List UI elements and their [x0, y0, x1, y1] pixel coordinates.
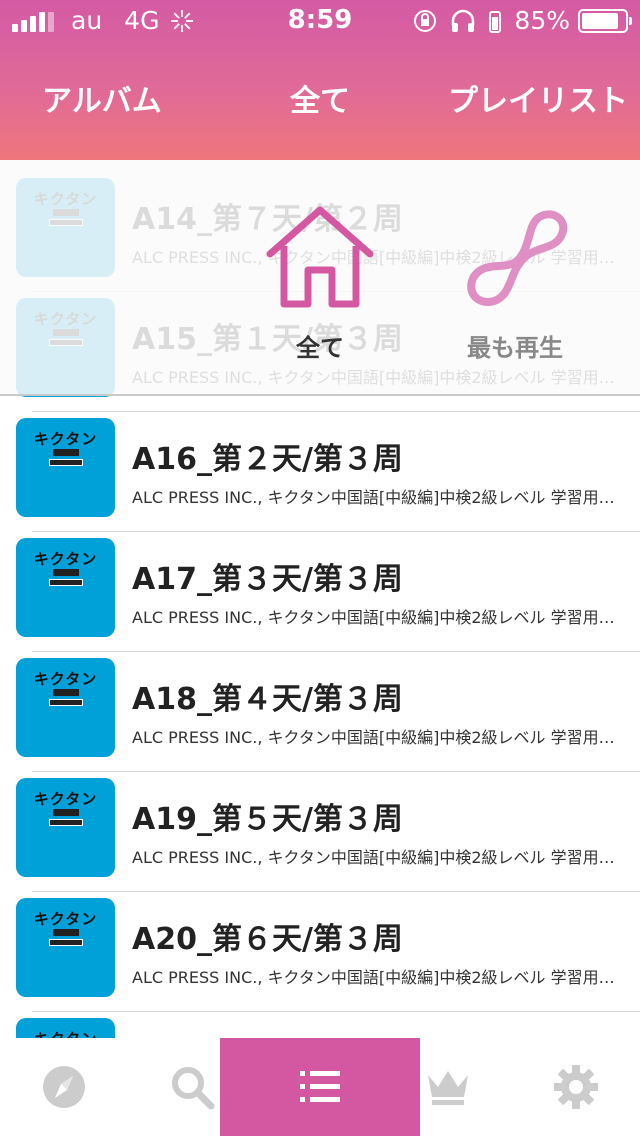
- track-subtitle: ALC PRESS INC., キクタン中国語[中級編]中検2級レベル 学習用…: [132, 968, 615, 987]
- album-artwork: キクタン: [16, 658, 115, 757]
- album-artwork: キクタン: [16, 538, 115, 637]
- artwork-title: キクタン: [33, 790, 98, 808]
- compass-icon: [43, 1066, 85, 1108]
- track-subtitle: ALC PRESS INC., キクタン中国語[中級編]中検2級レベル 学習用…: [132, 728, 615, 747]
- header: au 4G 8:59 85% アルバム 全て プレイリスト: [0, 0, 640, 160]
- tab-album[interactable]: アルバム: [42, 76, 162, 120]
- filter-all-label: 全て: [296, 334, 344, 362]
- battery-icon: [578, 8, 632, 33]
- search-icon: [172, 1067, 215, 1110]
- track-row[interactable]: キクタン A17_第３天/第３周 ALC PRESS INC., キクタン中国語[中…: [0, 532, 640, 652]
- top-nav: アルバム 全て プレイリスト: [0, 76, 640, 126]
- gear-icon: [554, 1065, 598, 1109]
- album-artwork: キクタン: [16, 1018, 115, 1038]
- battery-percent: 85%: [514, 6, 570, 35]
- track-row[interactable]: キクタン A18_第４天/第３周 ALC PRESS INC., キクタン中国語[中…: [0, 652, 640, 772]
- artwork-title: キクタン: [16, 1028, 115, 1038]
- track-title: A20_第６天/第３周: [132, 922, 403, 957]
- tab-ranking[interactable]: [384, 1038, 512, 1136]
- track-row[interactable]: キクタン A16_第２天/第３周 ALC PRESS INC., キクタン中国語[中…: [0, 412, 640, 532]
- headphones-icon: [452, 9, 475, 32]
- tab-all[interactable]: 全て: [290, 76, 350, 120]
- track-subtitle: ALC PRESS INC., キクタン中国語[中級編]中検2級レベル 学習用…: [132, 488, 615, 507]
- artwork-title: キクタン: [33, 430, 98, 448]
- filter-most-played-button[interactable]: 最も再生: [440, 204, 590, 363]
- battery-small-icon: [489, 10, 502, 33]
- tab-bar: [0, 1038, 640, 1136]
- album-artwork: キクタン: [16, 898, 115, 997]
- filter-overlay: 全て 最も再生: [0, 160, 640, 396]
- album-artwork: キクタン: [16, 778, 115, 877]
- track-title: A17_第３天/第３周: [132, 562, 403, 597]
- track-title: A16_第２天/第３周: [132, 442, 403, 477]
- artwork-title: キクタン: [33, 910, 98, 928]
- track-row[interactable]: キクタン A20_第６天/第３周 ALC PRESS INC., キクタン中国語[中…: [0, 892, 640, 1012]
- list-icon: [300, 1071, 340, 1102]
- track-subtitle: ALC PRESS INC., キクタン中国語[中級編]中検2級レベル 学習用…: [132, 848, 615, 867]
- filter-all-button[interactable]: 全て: [258, 204, 382, 363]
- rotation-lock-icon: [414, 9, 437, 32]
- artwork-title: キクタン: [33, 670, 98, 688]
- infinity-icon: [467, 210, 568, 306]
- album-artwork: キクタン: [16, 418, 115, 517]
- status-bar: au 4G 8:59 85%: [0, 0, 640, 40]
- track-row[interactable]: キクタン A19_第５天/第３周 ALC PRESS INC., キクタン中国語[中…: [0, 772, 640, 892]
- tab-explore[interactable]: [0, 1038, 128, 1136]
- crown-icon: [428, 1071, 468, 1105]
- artwork-title: キクタン: [33, 550, 98, 568]
- filter-most-played-label: 最も再生: [467, 334, 563, 362]
- tab-playlist[interactable]: プレイリスト: [448, 76, 628, 120]
- track-title: A18_第４天/第３周: [132, 682, 403, 717]
- home-icon: [266, 206, 374, 308]
- track-title: A19_第５天/第３周: [132, 802, 403, 837]
- track-subtitle: ALC PRESS INC., キクタン中国語[中級編]中検2級レベル 学習用…: [132, 608, 615, 627]
- track-row[interactable]: キクタンA21_第７天/第３周ALC PRESS INC., キクタン中国語[中…: [0, 1012, 640, 1038]
- tab-settings[interactable]: [512, 1038, 640, 1136]
